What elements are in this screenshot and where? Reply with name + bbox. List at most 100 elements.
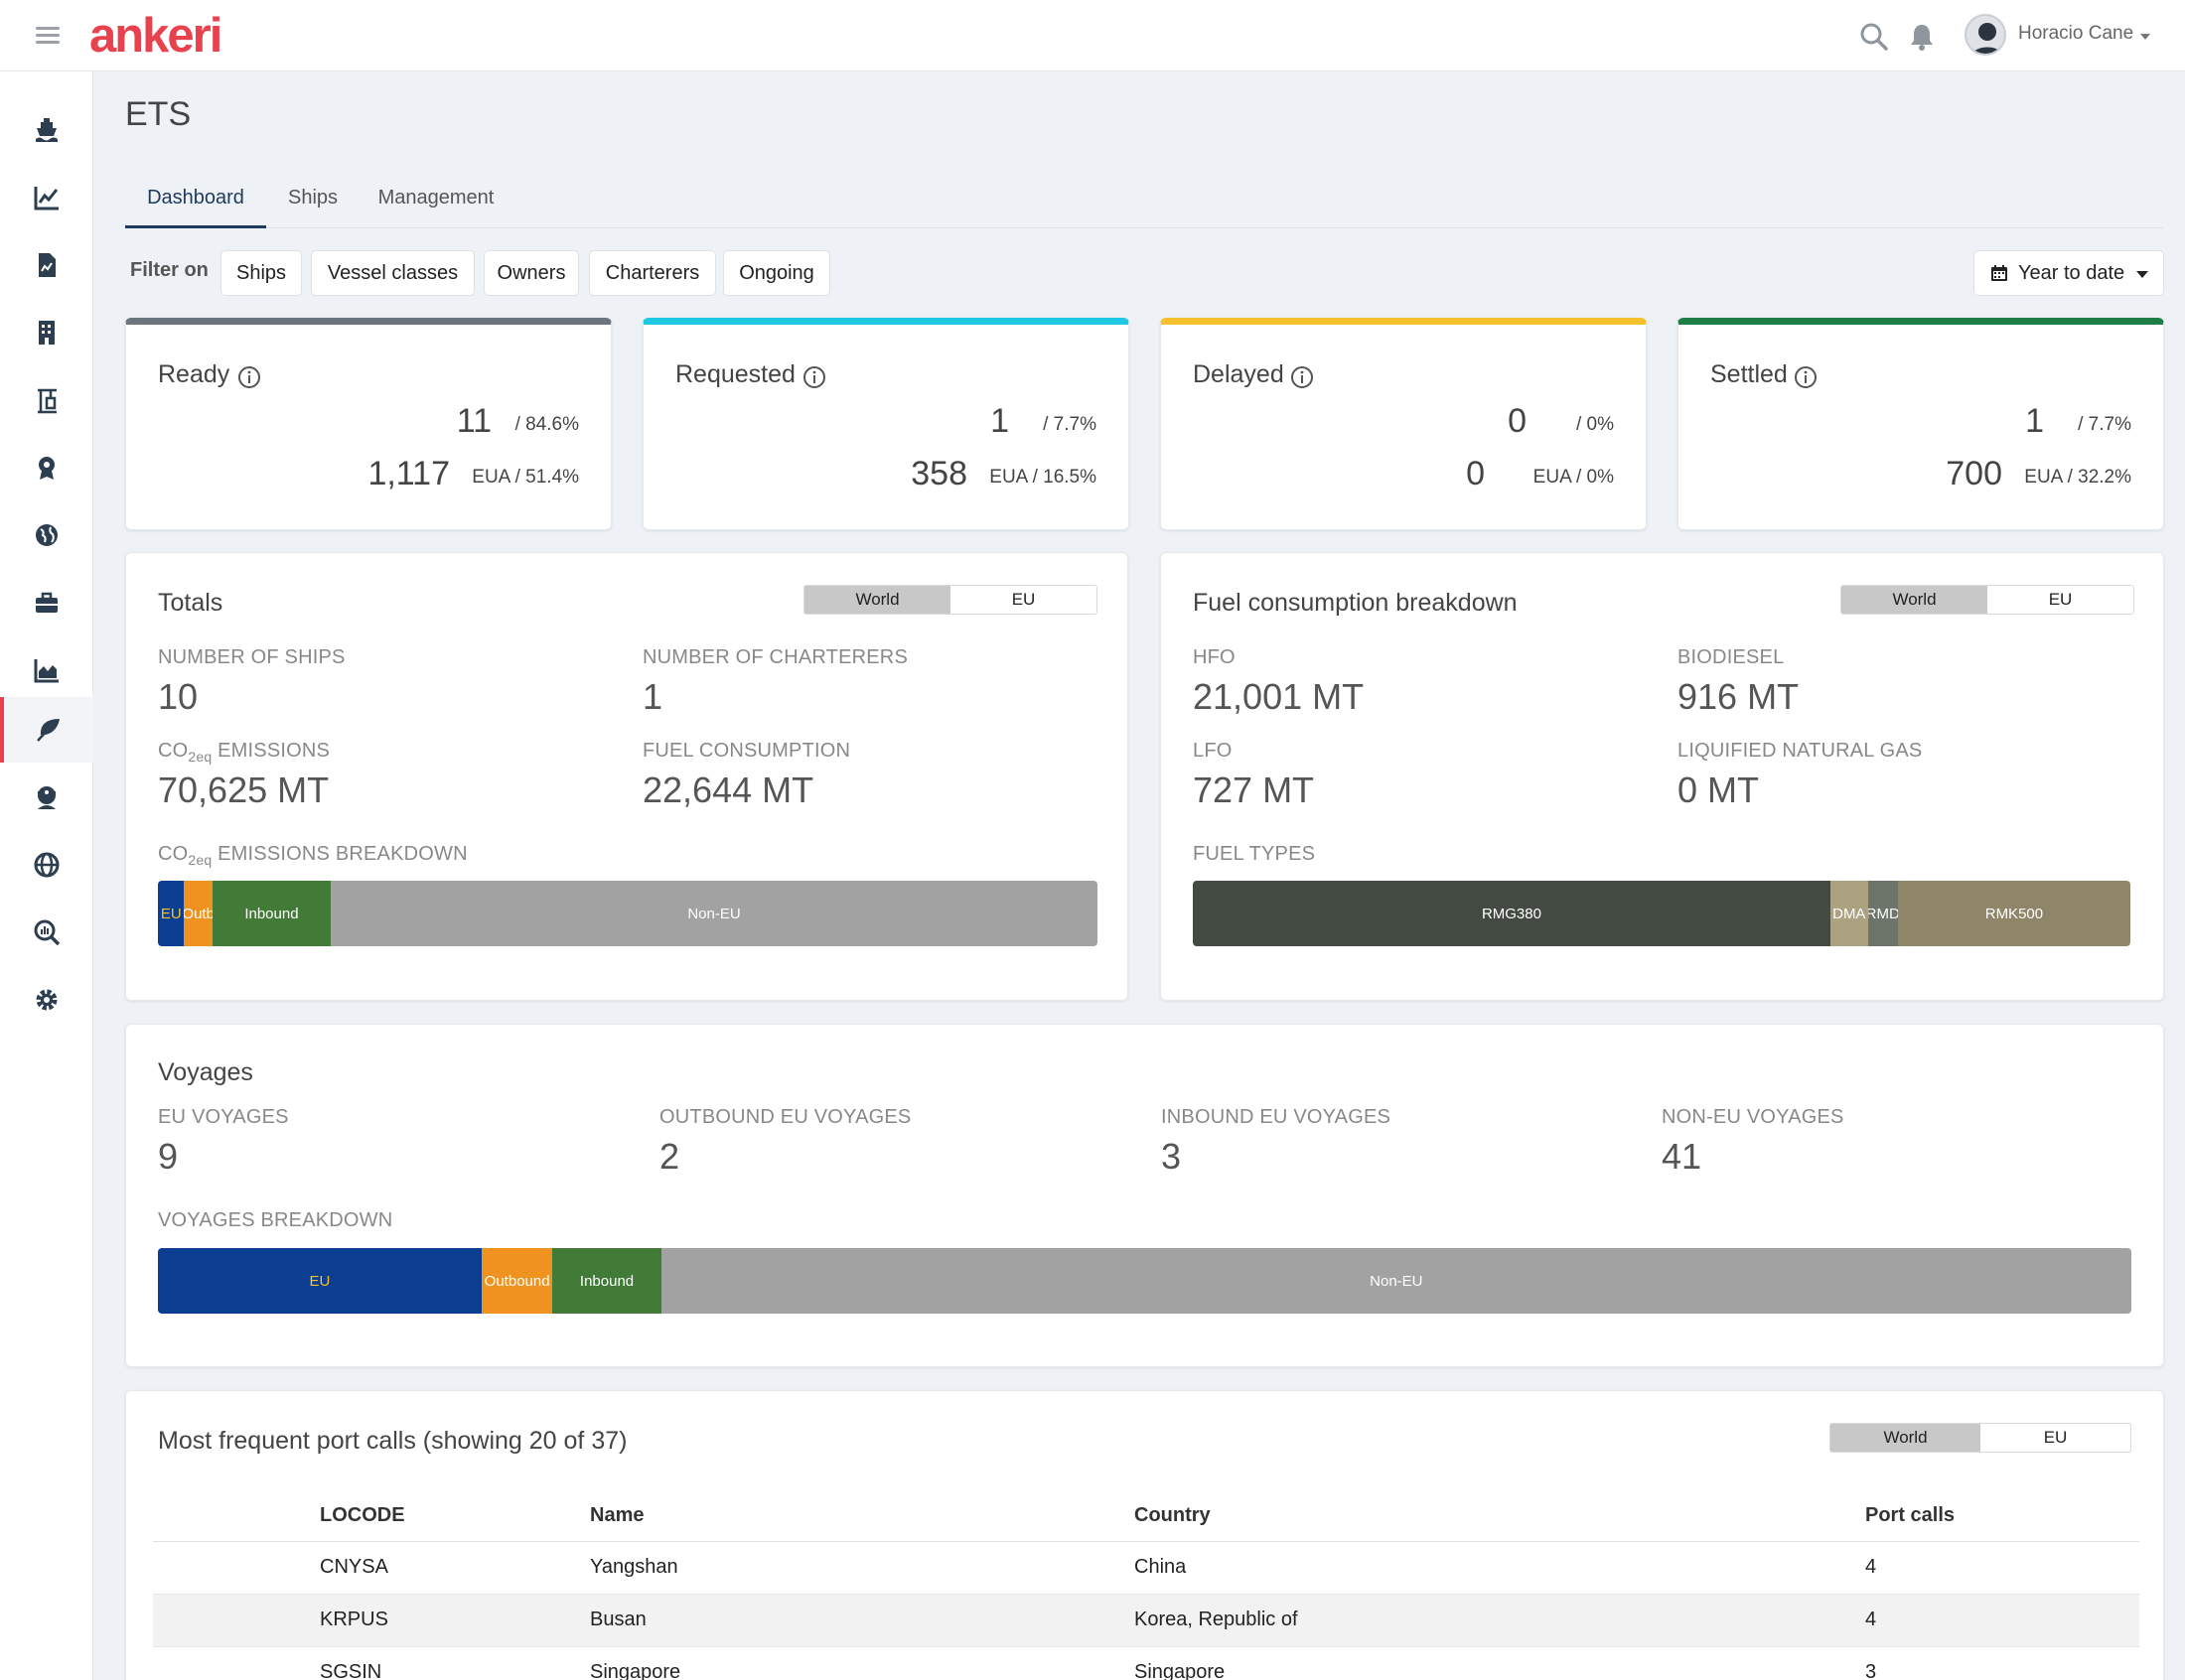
port-calls-title: Most frequent port calls (showing 20 of … [158, 1427, 628, 1455]
sidebar-item-ships[interactable] [0, 97, 93, 163]
hfo-value: 21,001 MT [1193, 676, 1365, 717]
crane-icon [38, 388, 57, 414]
info-icon[interactable] [237, 365, 261, 389]
co2-segment-non-eu[interactable]: Non-EU [331, 881, 1097, 946]
co2-segment-eu[interactable]: EU [158, 881, 185, 946]
ships-count-label: NUMBER OF SHIPS [158, 646, 346, 668]
sidebar-item-regions[interactable] [0, 502, 93, 568]
toggle-world-button[interactable]: World [804, 586, 950, 614]
voyages-segment-inbound[interactable]: Inbound [552, 1248, 661, 1314]
info-icon[interactable] [1794, 365, 1818, 389]
status-title: Ready [158, 360, 230, 388]
app-logo[interactable]: ankeri [89, 8, 222, 64]
lfo-label: LFO [1193, 740, 1233, 762]
column-header-port-calls[interactable]: Port calls [1865, 1491, 2139, 1542]
voyages-segment-non-eu[interactable]: Non-EU [660, 1248, 2131, 1314]
sidebar-item-ets[interactable] [0, 697, 93, 763]
co2-segment-inbound[interactable]: Inbound [212, 881, 332, 946]
outbound-voyages-value: 2 [659, 1136, 680, 1177]
totals-title: Totals [158, 589, 223, 617]
tab-management[interactable]: Management [371, 179, 501, 228]
sidebar-item-ports[interactable] [0, 367, 93, 433]
column-header-country[interactable]: Country [1134, 1491, 1865, 1542]
sidebar-item-analytics[interactable] [0, 165, 93, 230]
status-count: 1 [990, 402, 1009, 440]
fuel-segment-rmk500[interactable]: RMK500 [1897, 881, 2130, 946]
fuel-consumption-label: FUEL CONSUMPTION [643, 740, 851, 762]
toggle-eu-button[interactable]: EU [1980, 1424, 2130, 1452]
status-eua: 0 [1466, 455, 1485, 492]
tab-dashboard[interactable]: Dashboard [125, 179, 266, 228]
locode-cell: CNYSA [320, 1541, 590, 1595]
user-menu-chevron-icon[interactable] [2140, 34, 2150, 40]
column-header-name[interactable]: Name [590, 1491, 1134, 1542]
sidebar [0, 71, 93, 1680]
fuel-segment-dma[interactable]: DMA [1829, 881, 1868, 946]
fuel-segment-rmd[interactable]: RMD [1867, 881, 1898, 946]
sidebar-item-companies[interactable] [0, 300, 93, 365]
co2-breakdown-label: CO2eq EMISSIONS BREAKDOWN [158, 843, 468, 868]
page-title: ETS [125, 95, 192, 133]
sidebar-item-services[interactable] [0, 570, 93, 635]
toggle-eu-button[interactable]: EU [1987, 586, 2133, 614]
table-row[interactable]: CNYSA Yangshan China 4 [153, 1541, 2139, 1595]
sidebar-item-settings[interactable] [0, 967, 93, 1033]
status-title: Requested [675, 360, 796, 388]
sidebar-item-insights[interactable] [0, 900, 93, 965]
fuel-breakdown-card: Fuel consumption breakdown World EU HFO … [1160, 552, 2164, 1001]
status-eua-percent: EUA / 32.2% [2024, 467, 2131, 488]
status-count: 1 [2025, 402, 2044, 440]
menu-icon[interactable] [36, 27, 60, 45]
lng-value: 0 MT [1677, 770, 1760, 810]
sidebar-item-reports[interactable] [0, 232, 93, 298]
port-calls-cell: 4 [1865, 1594, 2139, 1647]
filter-ongoing-button[interactable]: Ongoing [723, 250, 830, 296]
charterers-count-value: 1 [643, 676, 663, 717]
filter-ships-button[interactable]: Ships [220, 250, 302, 296]
column-header-locode[interactable]: LOCODE [320, 1491, 590, 1542]
fuel-types-bar: RMG380 DMA RMD RMK500 [1193, 881, 2130, 946]
fuel-segment-rmg380[interactable]: RMG380 [1193, 881, 1830, 946]
user-name[interactable]: Horacio Cane [2018, 23, 2133, 45]
co2-breakdown-bar: EU Outb Inbound Non-EU [158, 881, 1097, 946]
status-card-delayed: Delayed 0 / 0% 0 EUA / 0% [1160, 318, 1647, 530]
filter-vessel-classes-button[interactable]: Vessel classes [311, 250, 475, 296]
voyages-segment-eu[interactable]: EU [158, 1248, 482, 1314]
status-count-percent: / 7.7% [1043, 414, 1096, 435]
locode-cell: KRPUS [320, 1594, 590, 1647]
building-icon [39, 321, 55, 345]
info-icon[interactable] [1290, 365, 1314, 389]
port-calls-cell: 4 [1865, 1541, 2139, 1595]
tab-ships[interactable]: Ships [278, 179, 348, 228]
search-chart-icon [34, 919, 61, 946]
voyages-breakdown-label: VOYAGES BREAKDOWN [158, 1209, 393, 1231]
port-name-cell: Busan [590, 1594, 1134, 1647]
date-range-dropdown[interactable]: Year to date [1973, 250, 2164, 296]
date-range-label: Year to date [2018, 262, 2125, 284]
lfo-value: 727 MT [1193, 770, 1315, 810]
table-row[interactable]: SGSIN Singapore Singapore 3 [153, 1646, 2139, 1680]
co2-segment-outb[interactable]: Outb [184, 881, 213, 946]
table-row[interactable]: KRPUS Busan Korea, Republic of 4 [153, 1594, 2139, 1647]
status-eua: 1,117 [367, 455, 450, 492]
status-title: Settled [1710, 360, 1788, 388]
filter-owners-button[interactable]: Owners [484, 250, 579, 296]
sidebar-item-certificates[interactable] [0, 435, 93, 500]
globe-icon [36, 524, 58, 546]
toggle-world-button[interactable]: World [1841, 586, 1987, 614]
filter-charterers-button[interactable]: Charterers [589, 250, 716, 296]
sidebar-item-performance[interactable] [0, 637, 93, 703]
line-chart-icon [34, 187, 59, 210]
toggle-eu-button[interactable]: EU [950, 586, 1096, 614]
table-header-row: LOCODE Name Country Port calls [153, 1491, 2139, 1542]
bell-icon[interactable] [1907, 22, 1937, 52]
document-icon [39, 253, 56, 277]
search-icon[interactable] [1859, 22, 1889, 52]
avatar[interactable] [1965, 14, 2006, 56]
sidebar-item-network[interactable] [0, 832, 93, 898]
status-eua: 358 [911, 455, 967, 492]
voyages-segment-outbound[interactable]: Outbound [481, 1248, 553, 1314]
sidebar-item-crew[interactable] [0, 765, 93, 830]
toggle-world-button[interactable]: World [1830, 1424, 1980, 1452]
info-icon[interactable] [802, 365, 826, 389]
